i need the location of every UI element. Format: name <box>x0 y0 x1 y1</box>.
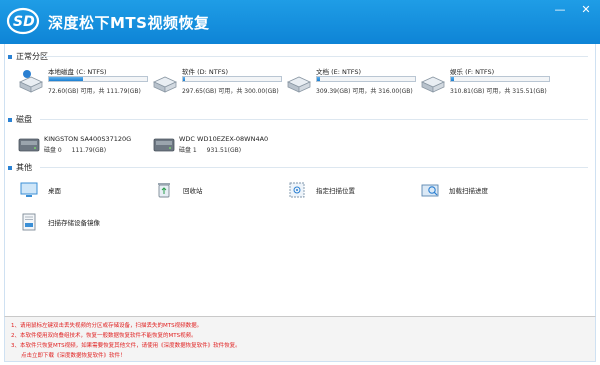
partition-usage-fill <box>317 77 320 81</box>
section-bullet-icon <box>8 165 12 170</box>
disk-icon <box>18 138 40 152</box>
partition-name: 娱乐 (F: NTFS) <box>450 68 495 76</box>
section-divider <box>40 167 588 168</box>
disk-label: 磁盘 0 <box>44 147 62 154</box>
note-line: 3、本软件只恢复MTS视频，如果需要恢复其他文件，请使用《深度数据恢复软件》软件… <box>11 343 241 349</box>
partition-size: 72.60(GB) 可用，共 111.79(GB) <box>48 88 141 95</box>
partition-d[interactable]: 软件 (D: NTFS) 297.65(GB) 可用，共 300.00(GB) <box>152 66 292 106</box>
partition-usage-fill <box>49 77 84 81</box>
section-bullet-icon <box>8 117 12 122</box>
partition-usage-bar <box>316 76 416 82</box>
minimize-button[interactable]: — <box>553 3 567 17</box>
other-label: 加载扫描进度 <box>449 187 488 195</box>
download-link[interactable]: 点击立即下载《深度数据恢复软件》软件！ <box>21 351 126 359</box>
other-label: 桌面 <box>48 187 61 195</box>
partition-usage-fill <box>451 77 454 81</box>
disk-model: KINGSTON SA400S37120G <box>44 135 132 143</box>
partition-c[interactable]: 本地磁盘 (C: NTFS) 72.60(GB) 可用，共 111.79(GB) <box>18 66 158 106</box>
partition-usage-bar <box>450 76 550 82</box>
desktop-icon <box>20 182 38 197</box>
recycle-bin-icon <box>158 183 170 198</box>
other-recycle-bin[interactable]: 回收站 <box>155 180 203 200</box>
load-progress-icon <box>421 184 439 197</box>
partition-name: 软件 (D: NTFS) <box>182 68 228 76</box>
disk-icon <box>153 138 175 152</box>
partition-size: 310.81(GB) 可用，共 315.51(GB) <box>450 88 547 95</box>
other-scan-image[interactable]: 扫描存储设备镜像 <box>20 212 100 232</box>
note-line: 2、本软件使用双向叠组技术，恢复一般数据恢复软件不能恢复的MTS视频。 <box>11 333 197 339</box>
hard-drive-icon <box>287 76 311 93</box>
app-logo-icon: SD <box>6 7 40 35</box>
title-bar: SD 深度松下MTS视频恢复 — ✕ <box>0 0 600 44</box>
other-load-progress[interactable]: 加载扫描进度 <box>421 180 488 200</box>
disk-size: 931.51(GB) <box>206 147 242 154</box>
hard-drive-icon <box>421 76 445 93</box>
hard-drive-icon <box>19 70 43 93</box>
close-button[interactable]: ✕ <box>579 3 593 17</box>
other-scan-location[interactable]: 指定扫描位置 <box>288 180 355 200</box>
section-divider <box>40 56 588 57</box>
app-title: 深度松下MTS视频恢复 <box>48 14 210 32</box>
section-others-header: 其他 <box>8 162 32 173</box>
hard-drive-icon <box>153 76 177 93</box>
partition-size: 309.39(GB) 可用，共 316.00(GB) <box>316 88 413 95</box>
partition-name: 本地磁盘 (C: NTFS) <box>48 68 107 76</box>
disk-meta: 磁盘 1 931.51(GB) <box>179 145 241 154</box>
section-disks-title: 磁盘 <box>16 115 32 124</box>
disk-0[interactable]: KINGSTON SA400S37120G 磁盘 0 111.79(GB) <box>18 135 148 159</box>
other-label: 回收站 <box>183 187 203 195</box>
other-desktop[interactable]: 桌面 <box>20 180 61 200</box>
other-label: 指定扫描位置 <box>316 187 355 195</box>
disk-meta: 磁盘 0 111.79(GB) <box>44 145 106 154</box>
section-disks-header: 磁盘 <box>8 114 32 125</box>
disk-size: 111.79(GB) <box>71 147 107 154</box>
target-location-icon <box>289 182 305 198</box>
section-others-title: 其他 <box>16 163 32 172</box>
svg-text:SD: SD <box>13 14 35 30</box>
other-label: 扫描存储设备镜像 <box>48 219 100 227</box>
disk-1[interactable]: WDC WD10EZEX-08WN4A0 磁盘 1 931.51(GB) <box>153 135 283 159</box>
partition-name: 文档 (E: NTFS) <box>316 68 362 76</box>
partition-e[interactable]: 文档 (E: NTFS) 309.39(GB) 可用，共 316.00(GB) <box>286 66 426 106</box>
partition-usage-bar <box>182 76 282 82</box>
section-bullet-icon <box>8 54 12 59</box>
partition-size: 297.65(GB) 可用，共 300.00(GB) <box>182 88 279 95</box>
notes-panel: 1、请用鼠标左键双击丢失视频的分区或存储设备，扫描丢失的MTS视频数据。 2、本… <box>4 316 596 362</box>
partition-usage-fill <box>183 77 185 81</box>
device-image-icon <box>22 213 36 231</box>
note-line: 1、请用鼠标左键双击丢失视频的分区或存储设备，扫描丢失的MTS视频数据。 <box>11 323 203 329</box>
disk-label: 磁盘 1 <box>179 147 197 154</box>
partition-f[interactable]: 娱乐 (F: NTFS) 310.81(GB) 可用，共 315.51(GB) <box>420 66 560 106</box>
section-divider <box>40 119 588 120</box>
disk-model: WDC WD10EZEX-08WN4A0 <box>179 135 269 143</box>
partition-usage-bar <box>48 76 148 82</box>
